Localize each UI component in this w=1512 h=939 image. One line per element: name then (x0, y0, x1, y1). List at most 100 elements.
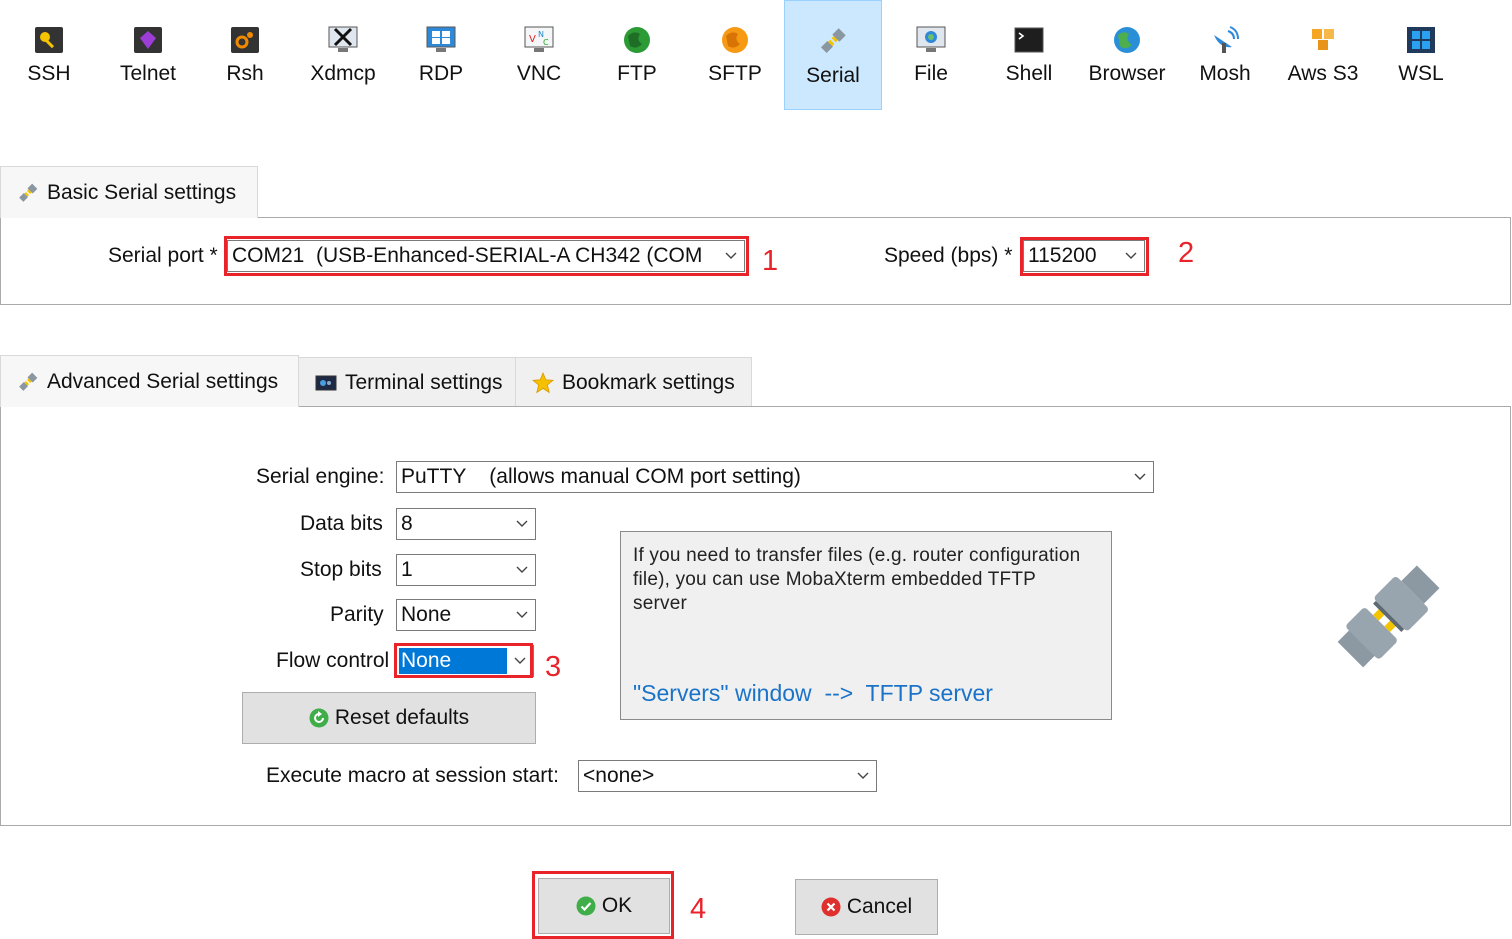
aws-cubes-icon (1308, 26, 1338, 54)
chevron-down-icon (509, 600, 535, 630)
reset-defaults-button[interactable]: Reset defaults (242, 692, 536, 744)
session-label: Mosh (1199, 62, 1251, 85)
stop-bits-select[interactable]: 1 (396, 554, 536, 586)
stop-bits-label: Stop bits (300, 558, 382, 581)
parity-label: Parity (330, 603, 384, 626)
flow-control-label: Flow control (276, 649, 390, 672)
tab-label: Advanced Serial settings (47, 369, 279, 393)
tab-advanced-serial-settings[interactable]: Advanced Serial settings (0, 355, 299, 407)
session-ftp-button[interactable]: FTP (588, 0, 686, 110)
session-label: Serial (806, 64, 860, 87)
session-serial-button[interactable]: Serial (784, 0, 882, 110)
chevron-down-icon (509, 509, 535, 539)
session-label: SSH (27, 62, 71, 85)
tab-label: Basic Serial settings (47, 180, 237, 204)
session-file-button[interactable]: File (882, 0, 980, 110)
session-xdmcp-button[interactable]: Xdmcp (294, 0, 392, 110)
parity-value: None (401, 603, 452, 626)
chevron-down-icon (850, 761, 876, 791)
annotation-number-3: 3 (545, 651, 562, 683)
annotation-box-4 (532, 871, 674, 939)
svg-text:V: V (529, 34, 536, 45)
session-rsh-button[interactable]: Rsh (196, 0, 294, 110)
session-label: Browser (1088, 62, 1166, 85)
terminal-settings-icon (315, 372, 337, 394)
x-monitor-icon (328, 26, 358, 54)
session-browser-button[interactable]: Browser (1078, 0, 1176, 110)
cancel-label: Cancel (846, 895, 913, 918)
parity-select[interactable]: None (396, 599, 536, 631)
data-bits-label: Data bits (300, 512, 383, 535)
session-aws-s3-button[interactable]: Aws S3 (1274, 0, 1372, 110)
rdp-monitor-icon (426, 26, 456, 54)
chevron-down-icon (1127, 462, 1153, 492)
session-label: Rsh (226, 62, 264, 85)
tab-label: Bookmark settings (562, 370, 735, 394)
annotation-box-1 (224, 236, 749, 276)
tab-terminal-settings[interactable]: Terminal settings (298, 357, 516, 407)
session-rdp-button[interactable]: RDP (392, 0, 490, 110)
tftp-info-text: If you need to transfer files (e.g. rout… (633, 545, 1081, 614)
sftp-globe-icon (720, 26, 750, 54)
serial-plug-illustration-icon (1330, 555, 1450, 675)
session-label: Aws S3 (1287, 62, 1359, 85)
serial-plug-icon (818, 27, 848, 55)
annotation-box-3 (394, 643, 533, 678)
session-vnc-button[interactable]: VNC VNC (490, 0, 588, 110)
annotation-box-2 (1020, 237, 1149, 276)
serial-engine-select[interactable]: PuTTY (allows manual COM port setting) (396, 461, 1154, 493)
annotation-number-4: 4 (690, 893, 707, 925)
key-icon (34, 26, 64, 54)
serial-engine-value: PuTTY (allows manual COM port setting) (401, 465, 801, 488)
session-label: VNC (516, 62, 562, 85)
rsh-gear-icon (230, 26, 260, 54)
browser-globe-icon (1112, 26, 1142, 54)
session-mosh-button[interactable]: Mosh (1176, 0, 1274, 110)
session-shell-button[interactable]: Shell (980, 0, 1078, 110)
telnet-gem-icon (133, 26, 163, 54)
execute-macro-value: <none> (583, 764, 655, 787)
tab-basic-serial-settings[interactable]: Basic Serial settings (0, 166, 258, 218)
file-monitor-icon (916, 26, 946, 54)
star-icon (532, 371, 554, 394)
session-label: RDP (418, 62, 464, 85)
data-bits-value: 8 (401, 512, 413, 535)
session-label: SFTP (708, 62, 762, 85)
terminal-icon (1014, 26, 1044, 54)
tab-bookmark-settings[interactable]: Bookmark settings (515, 357, 752, 407)
execute-macro-select[interactable]: <none> (578, 760, 877, 792)
session-telnet-button[interactable]: Telnet (99, 0, 197, 110)
tftp-info-box: If you need to transfer files (e.g. rout… (620, 531, 1112, 720)
windows-icon (1406, 26, 1436, 54)
execute-macro-label: Execute macro at session start: (266, 764, 559, 787)
serial-plug-icon (17, 371, 39, 393)
chevron-down-icon (509, 555, 535, 585)
session-label: Xdmcp (310, 62, 376, 85)
data-bits-select[interactable]: 8 (396, 508, 536, 540)
serial-port-label: Serial port * (108, 244, 218, 267)
satellite-icon (1210, 26, 1240, 54)
cancel-button[interactable]: Cancel (795, 879, 938, 935)
stop-bits-value: 1 (401, 558, 413, 581)
tab-label: Terminal settings (345, 370, 503, 394)
annotation-number-2: 2 (1178, 237, 1195, 269)
session-sftp-button[interactable]: SFTP (686, 0, 784, 110)
svg-text:C: C (543, 38, 549, 47)
speed-label: Speed (bps) * (884, 244, 1013, 267)
reset-defaults-label: Reset defaults (334, 706, 470, 729)
session-label: File (914, 62, 948, 85)
session-type-toolbar: SSH Telnet Rsh Xdmcp RDP VNC VNC FTP SFT… (0, 0, 1512, 112)
session-label: FTP (617, 62, 657, 85)
session-ssh-button[interactable]: SSH (0, 0, 98, 110)
session-label: Shell (1005, 62, 1053, 85)
vnc-monitor-icon: VNC (524, 26, 554, 54)
session-wsl-button[interactable]: WSL (1372, 0, 1470, 110)
cancel-icon (821, 897, 841, 917)
tftp-server-link[interactable]: "Servers" window --> TFTP server (633, 680, 993, 707)
ftp-globe-icon (622, 26, 652, 54)
annotation-number-1: 1 (762, 245, 779, 277)
serial-engine-label: Serial engine: (256, 465, 385, 488)
session-label: WSL (1398, 62, 1444, 85)
serial-plug-icon (17, 182, 39, 204)
session-label: Telnet (119, 62, 177, 85)
